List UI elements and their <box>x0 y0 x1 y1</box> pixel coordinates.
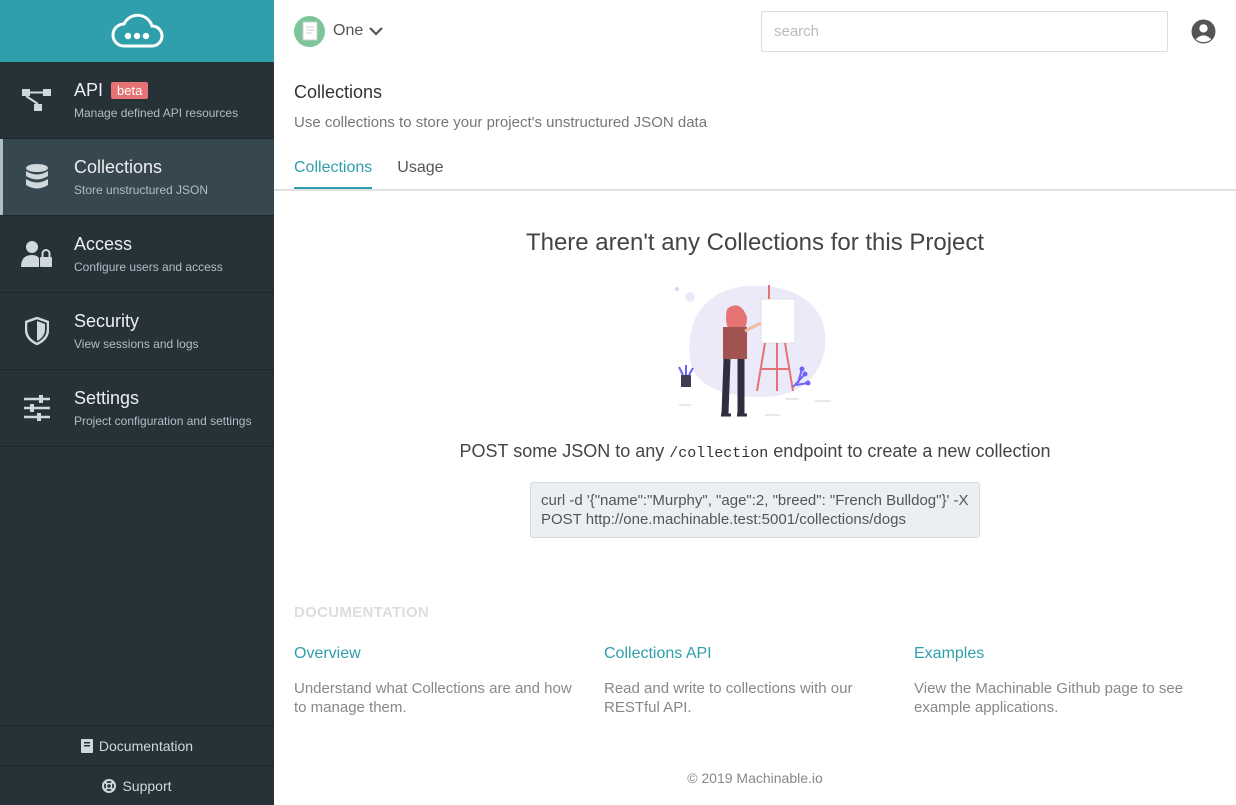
project-switcher[interactable]: One <box>294 15 384 47</box>
support-link[interactable]: Support <box>0 765 274 805</box>
doc-description: Read and write to collections with our R… <box>604 680 853 716</box>
page-header: Collections Use collections to store you… <box>274 62 1236 131</box>
sidebar-item-subtitle: Store unstructured JSON <box>74 183 209 197</box>
painter-illustration <box>675 285 831 417</box>
api-tree-icon <box>0 86 74 114</box>
empty-state-title: There aren't any Collections for this Pr… <box>525 229 985 256</box>
curl-line-1: curl -d '{"name":"Murphy", "age":2, "bre… <box>541 492 969 509</box>
search-input[interactable] <box>761 11 1168 52</box>
database-icon <box>0 163 74 191</box>
sidebar-item-label: Settings <box>74 388 140 408</box>
curl-line-2: POST http://one.machinable.test:5001/col… <box>541 511 906 528</box>
beta-badge: beta <box>111 82 149 99</box>
page-description: Use collections to store your project's … <box>294 114 708 131</box>
support-label: Support <box>122 777 172 794</box>
chevron-down-icon <box>369 27 384 36</box>
sidebar-item-access[interactable]: Access Configure users and access <box>0 216 274 293</box>
empty-state-instruction: POST some JSON to any /collection endpoi… <box>274 441 1236 462</box>
sidebar-footer: Documentation Support <box>0 725 274 805</box>
main-content: One Collections Use collections to store… <box>274 0 1236 805</box>
endpoint-code: /collection <box>669 445 769 462</box>
user-account-icon[interactable] <box>1191 19 1216 44</box>
tab-bar: Collections Usage <box>274 159 1236 191</box>
tab-usage[interactable]: Usage <box>397 159 443 189</box>
project-avatar <box>294 15 325 47</box>
sidebar-item-label: Access <box>74 234 133 254</box>
documentation-section: DOCUMENTATION Overview Understand what C… <box>294 604 1224 717</box>
doc-description: View the Machinable Github page to see e… <box>914 680 1184 716</box>
doc-card-collections-api: Collections API Read and write to collec… <box>604 645 914 717</box>
book-icon <box>80 738 93 753</box>
sidebar: API beta Manage defined API resources Co… <box>0 0 274 805</box>
curl-example: curl -d '{"name":"Murphy", "age":2, "bre… <box>530 482 980 538</box>
top-bar: One <box>274 0 1236 62</box>
cloud-chat-icon <box>111 13 164 48</box>
lifebuoy-icon <box>102 778 117 793</box>
sidebar-item-subtitle: Configure users and access <box>74 260 223 274</box>
sidebar-item-collections[interactable]: Collections Store unstructured JSON <box>0 139 274 216</box>
sidebar-item-security[interactable]: Security View sessions and logs <box>0 293 274 370</box>
document-icon <box>302 21 317 41</box>
sidebar-item-label: Collections <box>74 157 163 177</box>
doc-link-overview[interactable]: Overview <box>294 645 586 663</box>
sidebar-item-label: Security <box>74 311 140 331</box>
user-lock-icon <box>0 240 74 268</box>
page-title: Collections <box>294 82 383 102</box>
documentation-grid: Overview Understand what Collections are… <box>294 645 1224 717</box>
doc-link-collections-api[interactable]: Collections API <box>604 645 896 663</box>
sliders-icon <box>0 395 74 421</box>
sidebar-item-subtitle: View sessions and logs <box>74 337 199 351</box>
doc-card-overview: Overview Understand what Collections are… <box>294 645 604 717</box>
doc-link-examples[interactable]: Examples <box>914 645 1206 663</box>
sidebar-item-label: API <box>74 80 104 100</box>
instruction-text-before: POST some JSON to any <box>459 441 670 461</box>
sidebar-nav: API beta Manage defined API resources Co… <box>0 62 274 447</box>
sidebar-item-subtitle: Project configuration and settings <box>74 414 252 428</box>
sidebar-item-settings[interactable]: Settings Project configuration and setti… <box>0 370 274 447</box>
copyright: © 2019 Machinable.io <box>687 770 823 786</box>
brand-logo[interactable] <box>0 0 274 62</box>
tab-collections[interactable]: Collections <box>294 159 373 189</box>
shield-icon <box>0 317 74 345</box>
sidebar-item-api[interactable]: API beta Manage defined API resources <box>0 62 274 139</box>
documentation-label: Documentation <box>98 737 194 754</box>
sidebar-item-subtitle: Manage defined API resources <box>74 106 239 120</box>
doc-description: Understand what Collections are and how … <box>294 680 572 716</box>
doc-card-examples: Examples View the Machinable Github page… <box>914 645 1224 717</box>
documentation-link[interactable]: Documentation <box>0 725 274 765</box>
instruction-text-after: endpoint to create a new collection <box>768 441 1051 461</box>
project-name: One <box>333 22 364 39</box>
empty-state: There aren't any Collections for this Pr… <box>274 229 1236 538</box>
documentation-heading: DOCUMENTATION <box>294 604 429 621</box>
